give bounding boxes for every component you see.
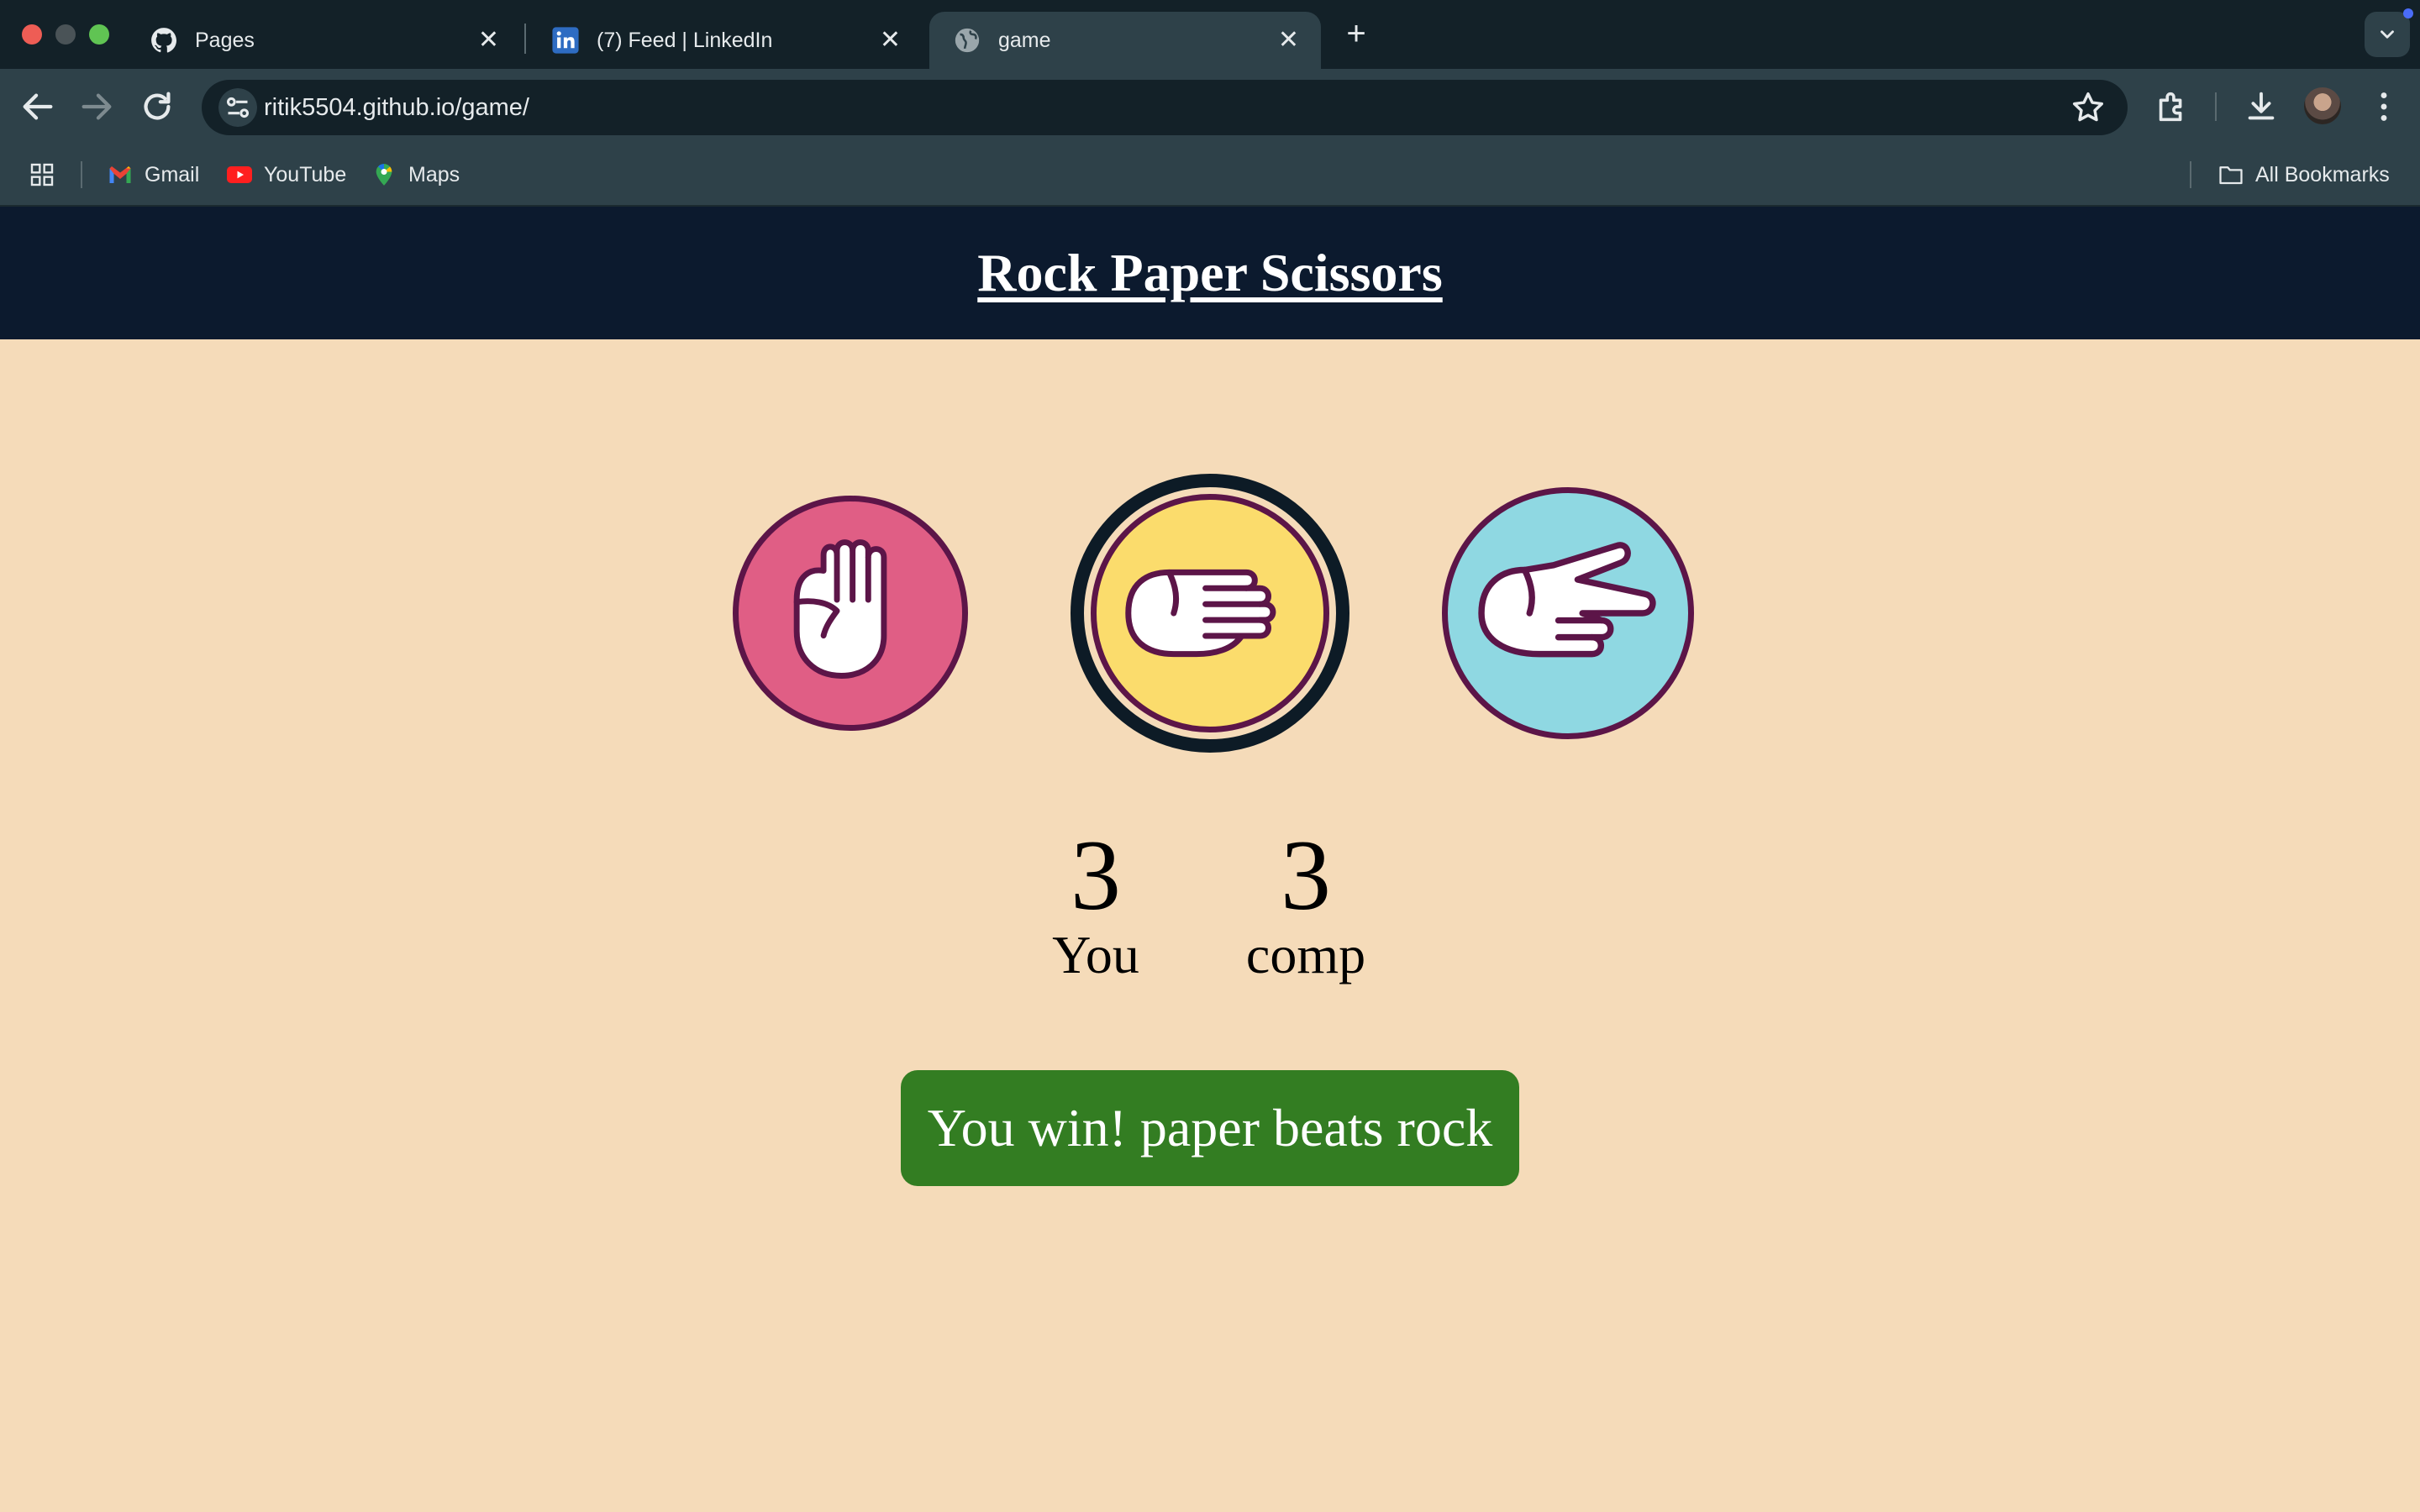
reload-icon[interactable] [138,87,176,126]
chevron-down-icon [2381,30,2394,39]
browser-toolbar: ritik5504.github.io/game/ [0,69,2420,144]
tab-search-button[interactable] [2365,12,2410,57]
maximize-window-button[interactable] [89,24,109,45]
gmail-icon [109,166,131,183]
github-icon [151,28,177,53]
user-score-value: 3 [1071,819,1121,931]
scissors-choice-button[interactable] [1442,487,1694,739]
folder-icon [2219,166,2243,185]
more-menu-icon[interactable] [2365,87,2403,126]
user-score-label: You [1052,925,1139,984]
bookmarks-bar: Gmail YouTube Maps All Bookmarks [0,144,2420,207]
profile-avatar[interactable] [2304,87,2341,124]
computer-score: 3 comp [1222,825,1390,984]
address-bar[interactable]: ritik5504.github.io/game/ [202,80,2128,135]
paper-choice-button[interactable] [1091,494,1329,732]
minimize-window-button[interactable] [55,24,76,45]
bookmark-youtube[interactable]: YouTube [227,144,346,205]
bookmark-maps[interactable]: Maps [371,144,460,205]
tab-divider [524,24,526,54]
forward-arrow-icon[interactable] [77,87,116,126]
url-text: ritik5504.github.io/game/ [264,94,529,121]
page-title: Rock Paper Scissors [977,243,1443,302]
extensions-icon[interactable] [2153,87,2191,126]
close-tab-icon[interactable]: ✕ [478,12,499,69]
close-tab-icon[interactable]: ✕ [1278,12,1299,69]
tab-pages[interactable]: Pages ✕ [126,12,521,69]
close-window-button[interactable] [22,24,42,45]
notification-dot [2403,8,2413,18]
bookmarks-divider [81,161,82,188]
tab-game[interactable]: game ✕ [929,12,1321,69]
tab-title: Pages [195,29,255,52]
youtube-icon [227,166,252,183]
bookmarks-divider [2190,161,2191,188]
user-score: 3 You [1012,825,1180,984]
bookmark-star-icon[interactable] [2069,88,2107,127]
close-tab-icon[interactable]: ✕ [880,12,901,69]
download-icon[interactable] [2242,87,2281,126]
all-bookmarks-label: All Bookmarks [2255,163,2390,186]
all-bookmarks-button[interactable]: All Bookmarks [2218,144,2390,205]
apps-grid-icon[interactable] [29,161,55,188]
rock-choice-button[interactable] [733,496,968,731]
tab-title: (7) Feed | LinkedIn [597,29,773,52]
tab-linkedin[interactable]: (7) Feed | LinkedIn ✕ [528,12,923,69]
linkedin-icon [552,27,579,54]
result-message: You win! paper beats rock [901,1070,1519,1186]
game-page: Rock Paper Scissors 3 You 3 comp You win… [0,207,2420,1512]
computer-score-value: 3 [1281,819,1331,931]
rock-fist-icon [793,539,887,679]
site-info-icon[interactable] [218,88,257,127]
computer-score-label: comp [1245,925,1366,984]
scissors-hand-icon [1478,542,1656,658]
back-arrow-icon[interactable] [18,87,57,126]
tab-title: game [998,29,1051,52]
new-tab-button[interactable]: + [1338,15,1375,52]
globe-icon [955,28,980,53]
paper-hand-icon [1125,569,1276,658]
toolbar-divider [2215,92,2217,121]
tab-strip: Pages ✕ (7) Feed | LinkedIn ✕ game ✕ + [0,0,2420,69]
page-header: Rock Paper Scissors [0,207,2420,339]
bookmark-gmail[interactable]: Gmail [108,144,199,205]
maps-icon [376,164,392,186]
